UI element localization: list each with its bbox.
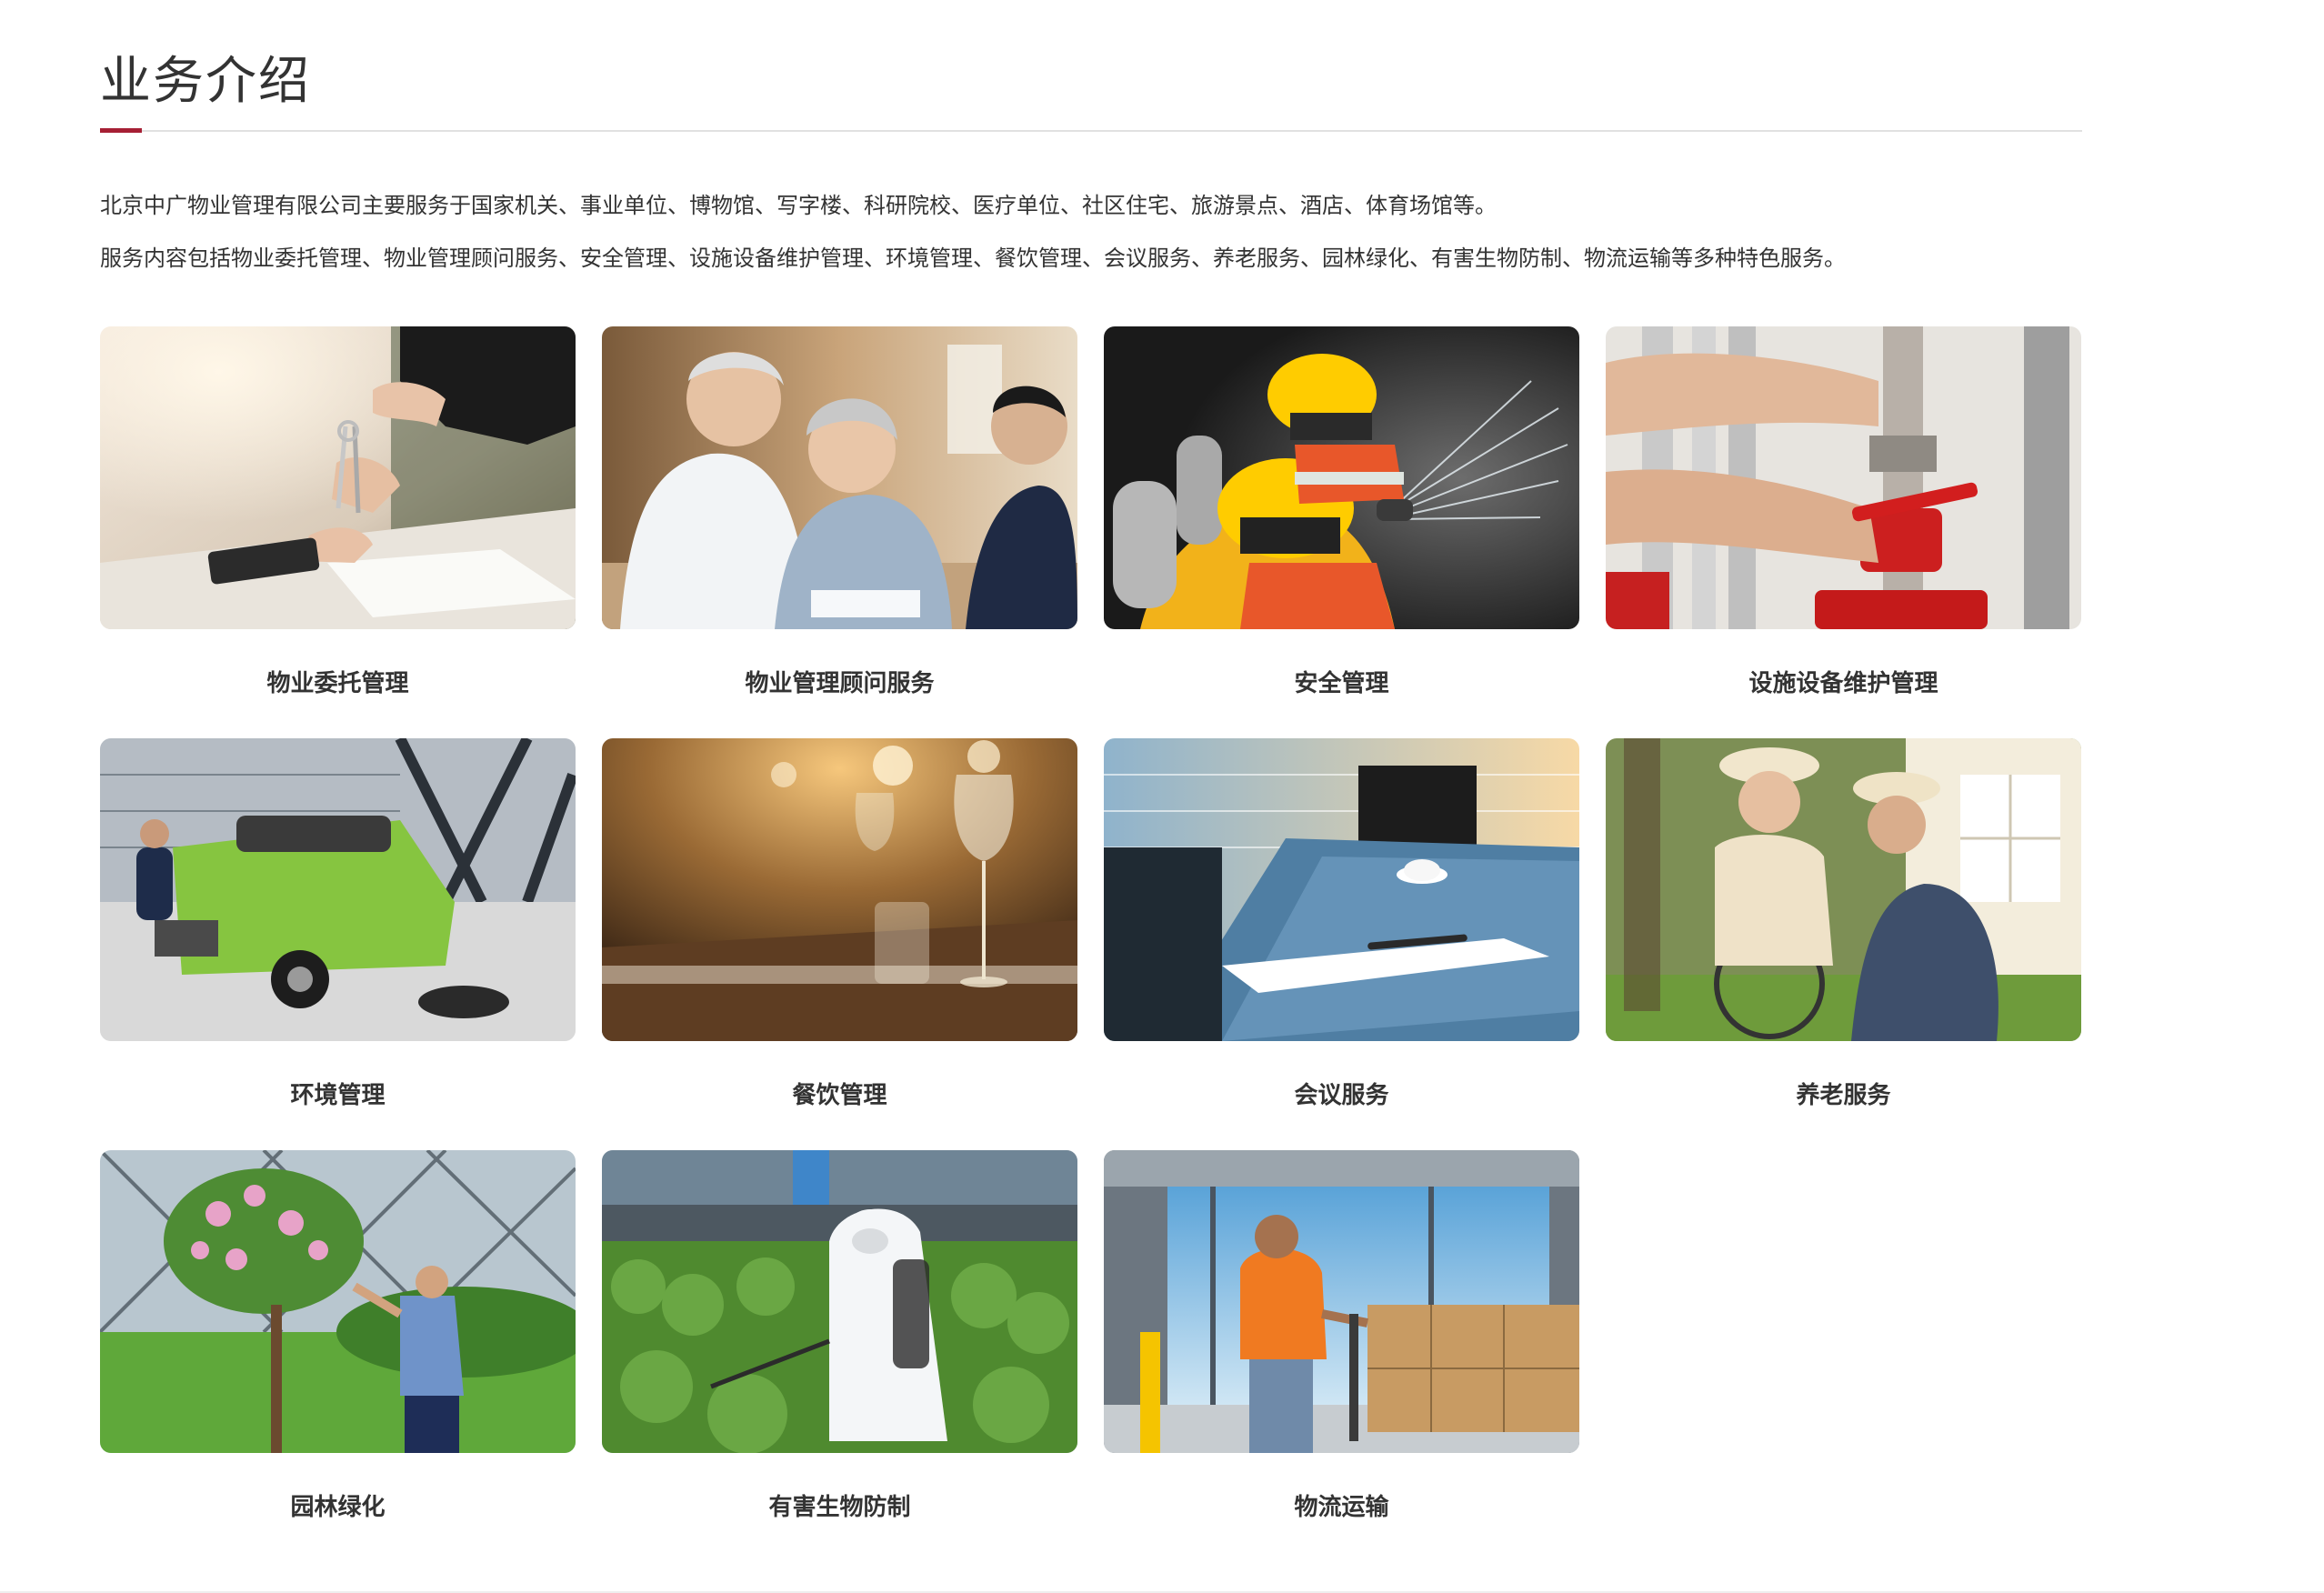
service-label: 物业管理顾问服务 [745, 670, 935, 697]
restaurant-table-glasses-photo [602, 738, 1077, 1041]
service-card-facility-maintenance[interactable]: 设施设备维护管理 [1606, 326, 2081, 708]
service-card-catering-management[interactable]: 餐饮管理 [602, 738, 1077, 1120]
elderly-woman-wheelchair-photo [1606, 738, 2081, 1041]
service-label: 物流运输 [1294, 1494, 1389, 1521]
service-label: 设施设备维护管理 [1748, 670, 1938, 697]
service-label: 安全管理 [1294, 670, 1389, 697]
service-card-pest-control[interactable]: 有害生物防制 [602, 1150, 1077, 1532]
title-divider [100, 130, 2082, 132]
service-card-environment-management[interactable]: 环境管理 [100, 738, 576, 1120]
service-card-conference-service[interactable]: 会议服务 [1104, 738, 1579, 1120]
section-title: 业务介绍 [100, 52, 311, 111]
service-card-management-consulting[interactable]: 物业管理顾问服务 [602, 326, 1077, 708]
service-label: 环境管理 [290, 1082, 386, 1109]
intro-text-line-2: 服务内容包括物业委托管理、物业管理顾问服务、安全管理、设施设备维护管理、环境管理… [100, 245, 1846, 271]
service-card-property-management[interactable]: 物业委托管理 [100, 326, 576, 708]
service-card-landscaping[interactable]: 园林绿化 [100, 1150, 576, 1532]
service-card-elderly-care[interactable]: 养老服务 [1606, 738, 2081, 1120]
service-label: 餐饮管理 [792, 1082, 887, 1109]
service-label: 物业委托管理 [266, 670, 409, 697]
intro-text-line-1: 北京中广物业管理有限公司主要服务于国家机关、事业单位、博物馆、写字楼、科研院校、… [100, 193, 1497, 218]
gardener-pruning-tree-photo [100, 1150, 576, 1453]
service-card-security-management[interactable]: 安全管理 [1104, 326, 1579, 708]
title-accent-bar [100, 128, 142, 133]
warehouse-pallet-jack-photo [1104, 1150, 1579, 1453]
service-card-logistics[interactable]: 物流运输 [1104, 1150, 1579, 1532]
service-label: 会议服务 [1294, 1082, 1389, 1109]
street-sweeper-vehicle-photo [100, 738, 576, 1041]
service-label: 有害生物防制 [768, 1494, 911, 1521]
meeting-room-table-photo [1104, 738, 1579, 1041]
pest-control-spraying-photo [602, 1150, 1077, 1453]
pipe-valve-repair-photo [1606, 326, 2081, 629]
service-label: 养老服务 [1796, 1082, 1891, 1109]
service-label: 园林绿化 [290, 1494, 386, 1521]
handing-over-keys-photo [100, 326, 576, 629]
elderly-couple-consultation-photo [602, 326, 1077, 629]
firefighters-spraying-water-photo [1104, 326, 1579, 629]
